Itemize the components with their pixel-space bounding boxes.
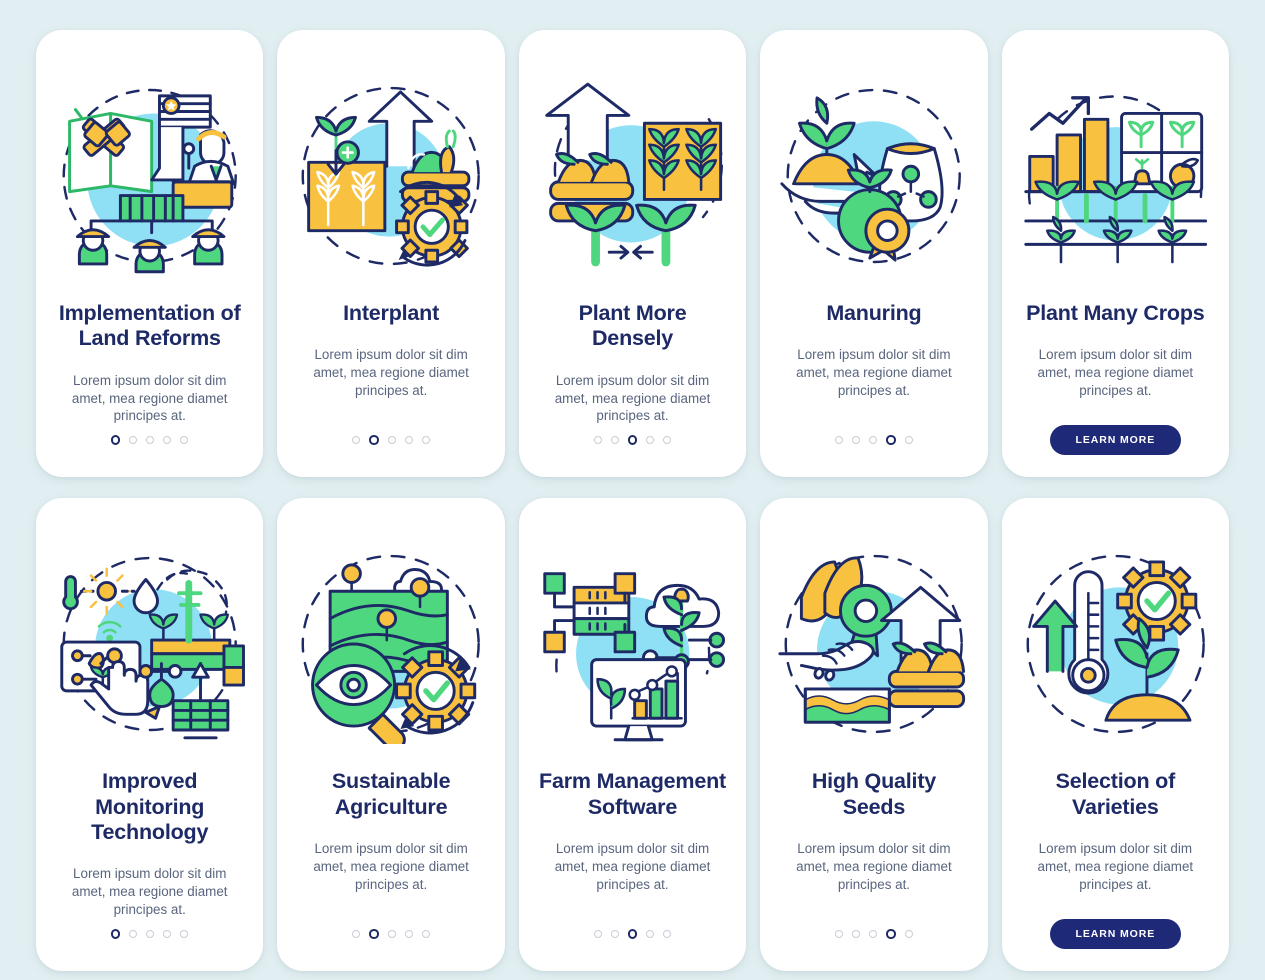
pagination-dots[interactable]: [835, 919, 913, 949]
card-row-1: Implementation of Land Reforms Lorem ips…: [36, 30, 1230, 478]
pagination-dot-4[interactable]: [646, 929, 655, 938]
land-reform-illustration: [52, 68, 247, 283]
pagination-dot-3[interactable]: [387, 436, 396, 445]
card-body: Lorem ipsum dolor sit dim amet, mea regi…: [313, 347, 469, 399]
pagination-dot-5[interactable]: [421, 436, 430, 445]
interplant-illustration: [293, 68, 488, 283]
pagination-dot-5[interactable]: [421, 929, 430, 938]
farm-management-software-illustration: [535, 536, 730, 751]
card-body: Lorem ipsum dolor sit dim amet, mea regi…: [796, 347, 952, 399]
pagination-dots[interactable]: [352, 919, 430, 949]
pagination-dot-5[interactable]: [904, 929, 913, 938]
pagination-dot-2[interactable]: [129, 436, 138, 445]
pagination-dot-4[interactable]: [163, 436, 172, 445]
onboarding-card-improved-monitoring-technology[interactable]: Improved Monitoring Technology Lorem ips…: [36, 498, 264, 971]
card-title: Plant More Densely: [578, 301, 687, 351]
pagination-dot-3[interactable]: [627, 929, 638, 939]
card-title: High Quality Seeds: [811, 769, 937, 819]
card-title: Farm Management Software: [539, 769, 726, 819]
pagination-dot-3[interactable]: [627, 435, 638, 445]
onboarding-card-land-reforms[interactable]: Implementation of Land Reforms Lorem ips…: [36, 30, 264, 478]
pagination-dot-5[interactable]: [663, 929, 672, 938]
pagination-dot-1[interactable]: [110, 435, 121, 445]
onboarding-screens-board: Implementation of Land Reforms Lorem ips…: [0, 0, 1265, 980]
pagination-dot-4[interactable]: [886, 929, 896, 939]
manuring-illustration: [776, 68, 971, 283]
card-body: Lorem ipsum dolor sit dim amet, mea regi…: [796, 840, 952, 892]
card-body: Lorem ipsum dolor sit dim amet, mea regi…: [71, 866, 228, 917]
card-body: Lorem ipsum dolor sit dim amet, mea regi…: [1037, 840, 1194, 892]
card-title: Manuring: [826, 301, 922, 325]
monitoring-technology-illustration: [52, 536, 247, 751]
pagination-dot-4[interactable]: [404, 436, 413, 445]
pagination-dots[interactable]: [593, 919, 672, 949]
onboarding-card-plant-many-crops[interactable]: Plant Many Crops Lorem ipsum dolor sit d…: [1001, 30, 1230, 478]
pagination-dot-3[interactable]: [146, 436, 155, 445]
plant-more-densely-illustration: [535, 68, 730, 283]
pagination-dot-2[interactable]: [610, 436, 619, 445]
pagination-dot-2[interactable]: [369, 929, 379, 939]
pagination-dot-4[interactable]: [886, 435, 896, 445]
pagination-dot-1[interactable]: [835, 436, 844, 445]
pagination-dot-1[interactable]: [110, 929, 121, 939]
pagination-dot-2[interactable]: [852, 436, 861, 445]
pagination-dots[interactable]: [835, 425, 913, 455]
card-title: Plant Many Crops: [1026, 301, 1205, 325]
sustainable-agriculture-illustration: [293, 536, 488, 751]
high-quality-seeds-illustration: [776, 536, 971, 751]
onboarding-card-manuring[interactable]: Manuring Lorem ipsum dolor sit dim amet,…: [760, 30, 988, 478]
learn-more-button[interactable]: LEARN MORE: [1049, 918, 1182, 949]
card-title: Interplant: [343, 301, 440, 325]
pagination-dot-5[interactable]: [904, 436, 913, 445]
selection-of-varieties-illustration: [1018, 536, 1213, 751]
onboarding-card-selection-of-varieties[interactable]: Selection of Varieties Lorem ipsum dolor…: [1001, 498, 1230, 971]
pagination-dot-4[interactable]: [404, 929, 413, 938]
card-body: Lorem ipsum dolor sit dim amet, mea regi…: [1037, 347, 1194, 399]
card-title: Selection of Varieties: [1055, 769, 1176, 819]
pagination-dot-4[interactable]: [163, 929, 172, 938]
pagination-dot-2[interactable]: [129, 929, 138, 938]
card-row-2: Improved Monitoring Technology Lorem ips…: [36, 498, 1230, 971]
card-title: Implementation of Land Reforms: [58, 301, 241, 351]
pagination-dot-5[interactable]: [180, 436, 189, 445]
pagination-dot-5[interactable]: [663, 436, 672, 445]
learn-more-button[interactable]: LEARN MORE: [1049, 425, 1182, 456]
pagination-dot-1[interactable]: [835, 929, 844, 938]
card-title: Sustainable Agriculture: [331, 769, 451, 819]
card-body: Lorem ipsum dolor sit dim amet, mea regi…: [71, 372, 228, 424]
pagination-dot-3[interactable]: [869, 436, 878, 445]
pagination-dots[interactable]: [110, 919, 189, 949]
pagination-dot-2[interactable]: [369, 435, 379, 445]
pagination-dot-1[interactable]: [352, 436, 361, 445]
pagination-dot-1[interactable]: [593, 436, 602, 445]
pagination-dot-1[interactable]: [352, 929, 361, 938]
onboarding-card-interplant[interactable]: Interplant Lorem ipsum dolor sit dim ame…: [277, 30, 505, 478]
card-body: Lorem ipsum dolor sit dim amet, mea regi…: [554, 840, 711, 892]
pagination-dot-3[interactable]: [146, 929, 155, 938]
pagination-dots[interactable]: [110, 425, 189, 455]
onboarding-card-plant-more-densely[interactable]: Plant More Densely Lorem ipsum dolor sit…: [518, 30, 747, 478]
card-body: Lorem ipsum dolor sit dim amet, mea regi…: [554, 372, 711, 424]
pagination-dot-3[interactable]: [387, 929, 396, 938]
pagination-dot-1[interactable]: [593, 929, 602, 938]
plant-many-crops-illustration: [1018, 68, 1213, 283]
card-title: Improved Monitoring Technology: [91, 769, 209, 844]
pagination-dot-2[interactable]: [610, 929, 619, 938]
pagination-dots[interactable]: [593, 425, 672, 455]
pagination-dot-2[interactable]: [852, 929, 861, 938]
pagination-dots[interactable]: [352, 425, 430, 455]
pagination-dot-3[interactable]: [869, 929, 878, 938]
onboarding-card-sustainable-agriculture[interactable]: Sustainable Agriculture Lorem ipsum dolo…: [277, 498, 505, 971]
pagination-dot-4[interactable]: [646, 436, 655, 445]
onboarding-card-high-quality-seeds[interactable]: High Quality Seeds Lorem ipsum dolor sit…: [760, 498, 988, 971]
card-body: Lorem ipsum dolor sit dim amet, mea regi…: [313, 840, 469, 892]
onboarding-card-farm-management-software[interactable]: Farm Management Software Lorem ipsum dol…: [518, 498, 747, 971]
pagination-dot-5[interactable]: [180, 929, 189, 938]
